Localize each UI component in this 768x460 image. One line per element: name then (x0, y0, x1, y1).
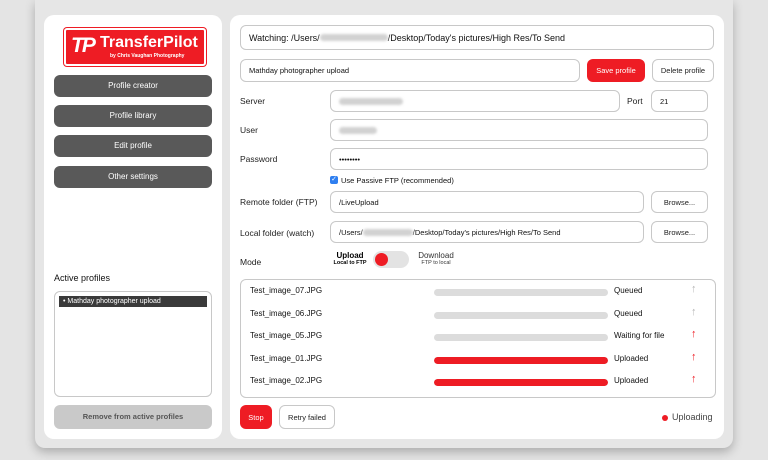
mode-download-label: Download (418, 251, 454, 260)
retry-failed-button[interactable]: Retry failed (279, 405, 335, 429)
queue-progress-fill (434, 356, 608, 364)
upload-arrow-icon: ↑ (691, 328, 697, 340)
port-label: Port (627, 96, 643, 106)
remote-folder-value: /LiveUpload (339, 197, 379, 207)
redacted-user (339, 126, 377, 134)
queue-progress-bar (434, 379, 608, 386)
upload-arrow-icon: ↑ (691, 305, 697, 318)
browse-remote-button[interactable]: Browse... (651, 191, 708, 213)
mode-toggle[interactable] (373, 251, 409, 268)
mode-upload-sub: Local to FTP (333, 260, 367, 266)
watching-suffix: /Desktop/Today's pictures/High Res/To Se… (387, 32, 565, 43)
remote-folder-input[interactable]: /LiveUpload (330, 191, 644, 213)
passive-ftp-checkbox[interactable]: ✓ (330, 176, 338, 184)
queue-scrollbar[interactable] (715, 355, 716, 393)
browse-local-button[interactable]: Browse... (651, 221, 708, 243)
upload-arrow-icon: ↑ (691, 283, 697, 295)
stop-button[interactable]: Stop (240, 405, 272, 429)
logo-mark: TP (71, 34, 96, 57)
mode-download-option: Download FTP to local (413, 251, 459, 266)
mode-download-sub: FTP to local (421, 260, 451, 266)
remote-folder-label: Remote folder (FTP) (240, 197, 318, 207)
watching-path-display: Watching: /Users/ /Desktop/Today's pictu… (240, 25, 714, 50)
queue-file-name: Test_image_02.JPG (250, 376, 323, 385)
redacted-username (319, 34, 388, 41)
profile-name-input[interactable]: Mathday photographer upload (240, 59, 580, 82)
save-profile-button[interactable]: Save profile (587, 59, 645, 82)
queue-status: Uploaded (614, 376, 649, 385)
queue-row: Test_image_02.JPG Uploaded ↑ (241, 372, 711, 392)
local-folder-prefix: /Users/ (339, 227, 363, 237)
queue-progress-bar (434, 334, 608, 341)
upload-arrow-icon: ↑ (691, 373, 697, 385)
password-label: Password (240, 154, 278, 164)
queue-file-name: Test_image_06.JPG (250, 308, 323, 318)
delete-profile-button[interactable]: Delete profile (652, 59, 714, 82)
queue-file-name: Test_image_01.JPG (250, 353, 323, 363)
status-text: Uploading (672, 412, 713, 422)
other-settings-button[interactable]: Other settings (54, 166, 212, 188)
transferpilot-logo: TP TransferPilot by Chris Vaughan Photog… (64, 28, 206, 66)
active-profiles-heading: Active profiles (54, 273, 111, 283)
local-folder-label: Local folder (watch) (240, 228, 315, 238)
transfer-queue: Test_image_07.JPG Queued ↑ Test_image_06.JP… (240, 279, 716, 398)
queue-status: Uploaded (614, 353, 649, 363)
password-input[interactable]: •••••••• (330, 148, 708, 170)
remove-from-active-button[interactable]: Remove from active profiles (54, 405, 212, 429)
active-profiles-list: • Mathday photographer upload (54, 291, 212, 397)
upload-arrow-icon: ↑ (691, 350, 697, 363)
user-label: User (240, 125, 258, 135)
local-folder-input[interactable]: /Users/ /Desktop/Today's pictures/High R… (330, 221, 644, 243)
queue-row: Test_image_05.JPG Waiting for file ↑ (241, 327, 711, 347)
edit-profile-button[interactable]: Edit profile (54, 135, 212, 157)
redacted-server (339, 97, 403, 105)
passive-ftp-label: Use Passive FTP (recommended) (341, 176, 454, 185)
user-input[interactable] (330, 119, 708, 141)
port-value: 21 (660, 96, 669, 106)
queue-status: Queued (614, 286, 643, 295)
queue-file-name: Test_image_05.JPG (250, 331, 323, 340)
queue-file-name: Test_image_07.JPG (250, 286, 323, 295)
queue-progress-bar (434, 289, 608, 296)
queue-progress-fill (434, 379, 608, 386)
status-indicator-dot (662, 415, 668, 421)
queue-status: Queued (614, 308, 643, 318)
logo-byline: by Chris Vaughan Photography (110, 53, 185, 59)
port-input[interactable]: 21 (651, 90, 708, 112)
profile-library-button[interactable]: Profile library (54, 105, 212, 127)
profile-creator-button[interactable]: Profile creator (54, 75, 212, 97)
mode-label: Mode (240, 257, 262, 267)
redacted-local-user (362, 228, 413, 236)
active-profile-label: Mathday photographer upload (67, 298, 161, 305)
active-profile-item[interactable]: • Mathday photographer upload (59, 296, 207, 307)
mode-upload-label: Upload (336, 251, 364, 260)
queue-row: Test_image_01.JPG Uploaded ↑ (241, 350, 711, 370)
local-folder-suffix: /Desktop/Today's pictures/High Res/To Se… (412, 227, 561, 237)
sidebar: TP TransferPilot by Chris Vaughan Photog… (44, 15, 222, 439)
queue-status: Waiting for file (614, 331, 665, 340)
queue-progress-bar (434, 356, 608, 364)
server-label: Server (240, 96, 266, 106)
watching-prefix: Watching: /Users/ (249, 32, 320, 43)
queue-progress-bar (434, 311, 608, 319)
password-value: •••••••• (339, 154, 361, 164)
profile-name-value: Mathday photographer upload (249, 66, 350, 75)
queue-row: Test_image_06.JPG Queued ↑ (241, 305, 711, 325)
mode-upload-option: Upload Local to FTP (330, 251, 370, 266)
main-panel: Watching: /Users/ /Desktop/Today's pictu… (230, 15, 724, 439)
mode-toggle-knob (375, 253, 388, 266)
queue-row: Test_image_07.JPG Queued ↑ (241, 282, 711, 302)
server-input[interactable] (330, 90, 620, 112)
logo-name: TransferPilot (100, 34, 198, 51)
